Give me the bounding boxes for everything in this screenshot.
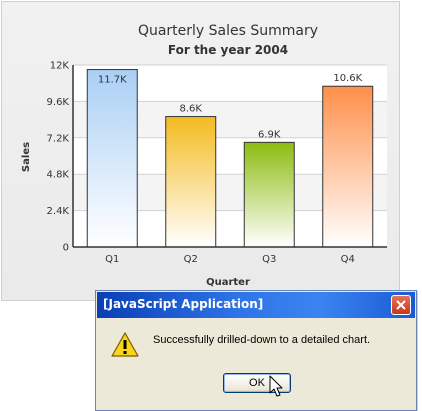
x-axis-title: Quarter [206, 277, 250, 288]
data-label: 11.7K [98, 75, 127, 86]
data-label: 8.6K [180, 104, 203, 115]
x-tick-label: Q3 [262, 254, 276, 265]
bar-q2[interactable] [165, 116, 217, 248]
chart-subtitle: For the year 2004 [168, 43, 288, 57]
warning-icon [111, 332, 139, 357]
close-button[interactable] [391, 295, 411, 315]
y-tick-label: 7.2K [47, 133, 70, 144]
y-tick-label: 9.6K [47, 97, 70, 108]
mouse-cursor-icon [269, 375, 283, 397]
alert-dialog: [JavaScript Application] Successfully dr… [95, 290, 417, 411]
data-label: 10.6K [333, 73, 362, 84]
dialog-message: Successfully drilled-down to a detailed … [153, 334, 371, 346]
dialog-titlebar[interactable]: [JavaScript Application] [97, 292, 415, 318]
x-tick-label: Q4 [341, 254, 355, 265]
y-tick-label: 0 [63, 243, 69, 254]
y-tick-label: 4.8K [47, 170, 70, 181]
data-label: 6.9K [258, 129, 281, 140]
chart-title: Quarterly Sales Summary [138, 23, 318, 39]
bar-chart: Quarterly Sales Summary For the year 200… [21, 23, 387, 288]
dialog-title: [JavaScript Application] [103, 297, 264, 311]
y-tick-label: 2.4K [47, 206, 70, 217]
chart-panel: Quarterly Sales Summary For the year 200… [1, 1, 400, 301]
y-axis-title: Sales [21, 142, 32, 172]
x-tick-label: Q2 [184, 254, 198, 265]
bar-q3[interactable] [243, 141, 295, 248]
close-icon [396, 300, 406, 310]
bar-q1[interactable] [86, 69, 138, 248]
x-tick-label: Q1 [105, 254, 119, 265]
y-tick-label: 12K [50, 61, 70, 72]
bar-q4[interactable] [322, 85, 374, 248]
